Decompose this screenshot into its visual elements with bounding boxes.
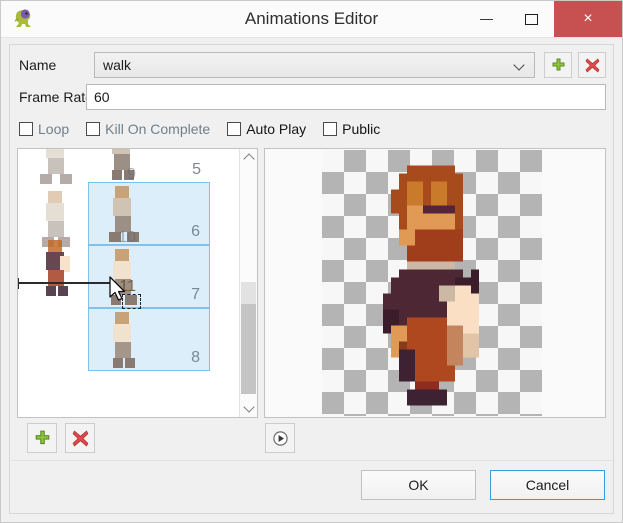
close-button[interactable]: × (554, 1, 622, 37)
list-item[interactable]: 5 (88, 149, 210, 182)
minimize-icon (480, 18, 493, 20)
chevron-down-icon (242, 401, 255, 413)
checkbox-loop[interactable]: Loop (19, 121, 69, 137)
animations-editor-window: Animations Editor × Name walk Frame Rate… (0, 0, 623, 523)
maximize-button[interactable] (509, 1, 554, 37)
dialog-client-area: Name walk Frame Rate 60 Loop Kill On Com… (1, 38, 622, 522)
main-panes: 5 6 7 8 9 10 11 (17, 148, 606, 418)
add-animation-button[interactable] (544, 52, 572, 78)
frame-thumbnail (96, 149, 142, 182)
checkbox-auto-play-label: Auto Play (246, 121, 307, 137)
frame-thumbnail (97, 308, 143, 370)
play-circle-icon (272, 430, 288, 446)
checkbox-box (86, 122, 101, 136)
scroll-up-button[interactable] (240, 149, 257, 166)
window-controls: × (464, 1, 622, 37)
list-item[interactable]: 8 (88, 308, 210, 371)
frame-thumbnail (97, 182, 143, 244)
name-combobox[interactable]: walk (94, 52, 535, 78)
frame-number: 8 (191, 349, 200, 366)
close-icon: × (583, 10, 593, 27)
list-item[interactable]: 6 (88, 182, 210, 245)
scrollbar-track-highlight (241, 282, 256, 304)
checkbox-public[interactable]: Public (323, 121, 380, 137)
frame-number: 7 (191, 286, 200, 303)
plus-icon (35, 430, 49, 444)
checkbox-auto-play[interactable]: Auto Play (227, 121, 306, 137)
scrollbar-thumb[interactable] (241, 304, 256, 394)
ok-button[interactable]: OK (361, 470, 476, 500)
checkbox-kill-on-complete-label: Kill On Complete (105, 121, 211, 137)
name-value: walk (103, 57, 132, 73)
frame-list-scrollbar[interactable] (239, 149, 257, 417)
frame-rate-row: Frame Rate 60 (10, 84, 613, 110)
frame-list[interactable]: 5 6 7 8 (18, 149, 240, 417)
maximize-icon (525, 13, 538, 25)
dialog-inner-frame: Name walk Frame Rate 60 Loop Kill On Com… (9, 44, 614, 514)
play-animation-button[interactable] (265, 423, 295, 453)
chevron-down-icon (515, 60, 525, 70)
checkbox-public-label: Public (342, 121, 381, 137)
dinosaur-icon (9, 4, 39, 34)
checkbox-loop-label: Loop (38, 121, 70, 137)
plus-icon (552, 58, 564, 70)
cancel-button[interactable]: Cancel (490, 470, 605, 500)
scroll-down-button[interactable] (240, 400, 257, 417)
checkbox-box (227, 122, 242, 136)
red-x-icon (72, 430, 88, 446)
red-x-icon (585, 57, 599, 73)
character-sprite (351, 158, 519, 409)
chevron-up-icon (242, 153, 255, 165)
divider (11, 460, 612, 461)
frame-rate-value: 60 (94, 89, 110, 105)
title-bar: Animations Editor × (1, 1, 622, 38)
name-label: Name (19, 57, 57, 73)
minimize-button[interactable] (464, 1, 509, 37)
delete-animation-button[interactable] (578, 52, 606, 78)
frame-number: 5 (192, 161, 201, 178)
preview-panel (264, 148, 606, 418)
frame-list-panel: 5 6 7 8 9 10 11 (17, 148, 258, 418)
frame-number: 6 (191, 223, 200, 240)
name-row: Name walk (10, 52, 613, 78)
dialog-button-bar: OK Cancel (347, 470, 605, 500)
frame-toolbar (17, 423, 606, 453)
checkbox-kill-on-complete[interactable]: Kill On Complete (86, 121, 210, 137)
delete-frame-button[interactable] (65, 423, 95, 453)
checkbox-box (19, 122, 33, 136)
checkbox-box (323, 122, 338, 136)
add-frame-button[interactable] (27, 423, 57, 453)
frame-rate-label: Frame Rate (19, 89, 93, 105)
list-item[interactable]: 7 (88, 245, 210, 308)
frame-rate-input[interactable]: 60 (86, 84, 606, 110)
options-row: Loop Kill On Complete Auto Play Public (10, 118, 613, 140)
frame-thumbnail (97, 245, 143, 307)
